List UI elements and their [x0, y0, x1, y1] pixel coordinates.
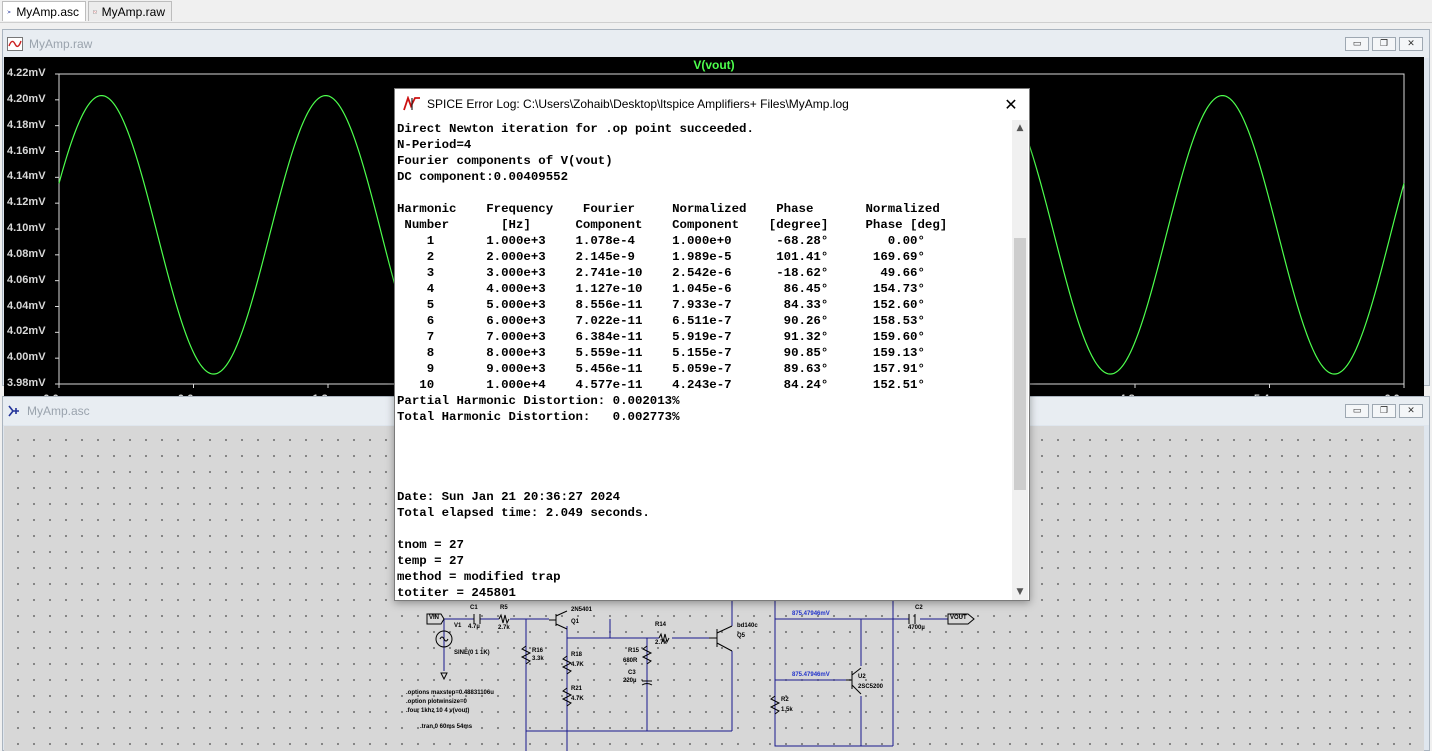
label-q1[interactable]: Q1 — [571, 619, 579, 625]
y-tick-label: 4.16mV — [7, 144, 46, 157]
schematic-icon — [7, 9, 11, 14]
label-c2-value[interactable]: 4700µ — [908, 625, 925, 631]
close-button[interactable]: ✕ — [1399, 404, 1423, 418]
y-tick-label: 4.22mV — [7, 67, 46, 79]
spice-error-log-dialog: SPICE Error Log: C:\Users\Zohaib\Desktop… — [394, 88, 1030, 601]
label-u2[interactable]: U2 — [858, 674, 866, 680]
label-q1-model[interactable]: 2N5401 — [571, 607, 592, 613]
label-r2-value[interactable]: 1.5k — [781, 707, 793, 713]
label-r14[interactable]: R14 — [655, 622, 666, 628]
label-vout[interactable]: VOUT — [950, 615, 967, 621]
vertical-scrollbar[interactable]: ▲ ▼ — [1012, 120, 1028, 600]
tab-label: MyAmp.raw — [101, 4, 165, 19]
spice-directive[interactable]: .tran 0 60ms 54ms — [420, 724, 472, 730]
label-c3[interactable]: C3 — [628, 670, 636, 676]
y-tick-label: 4.10mV — [7, 222, 46, 234]
label-r5[interactable]: R5 — [500, 605, 508, 611]
spice-directive[interactable]: .options maxstep=0.48831106u — [406, 690, 494, 696]
document-tab-bar: MyAmp.asc MyAmp.raw — [0, 0, 1432, 23]
waveform-icon — [7, 37, 23, 51]
y-tick-label: 4.02mV — [7, 325, 46, 338]
y-tick-label: 4.14mV — [7, 170, 46, 183]
window-title: MyAmp.asc — [27, 404, 90, 418]
spice-directive[interactable]: .four 1khz 10 4 v(vout) — [406, 708, 469, 714]
label-r16[interactable]: R16 — [532, 648, 543, 654]
label-q5[interactable]: Q5 — [737, 633, 745, 639]
label-c1[interactable]: C1 — [470, 605, 478, 611]
y-tick-label: 4.18mV — [7, 118, 46, 131]
minimize-button[interactable]: ▭ — [1345, 37, 1369, 51]
node-voltage-label: 875.47946mV — [792, 611, 830, 617]
label-r14-value[interactable]: 2.7k — [655, 640, 667, 646]
restore-button[interactable]: ❐ — [1372, 404, 1396, 418]
label-r21[interactable]: R21 — [571, 686, 582, 692]
scroll-up-button[interactable]: ▲ — [1012, 120, 1028, 136]
label-r15-value[interactable]: 680R — [623, 658, 637, 664]
label-v1-value[interactable]: SINE(0 1 1K) — [454, 650, 490, 656]
y-tick-label: 4.04mV — [7, 299, 46, 312]
restore-button[interactable]: ❐ — [1372, 37, 1396, 51]
label-v1[interactable]: V1 — [454, 623, 461, 629]
dialog-titlebar: SPICE Error Log: C:\Users\Zohaib\Desktop… — [395, 89, 1029, 119]
y-tick-label: 3.98mV — [7, 377, 46, 389]
label-r18-value[interactable]: 4.7K — [571, 662, 584, 668]
label-vin[interactable]: VIN — [429, 615, 439, 621]
label-r21-value[interactable]: 4.7K — [571, 696, 584, 702]
minimize-button[interactable]: ▭ — [1345, 404, 1369, 418]
node-voltage-label: 875.47946mV — [792, 672, 830, 678]
y-tick-label: 4.20mV — [7, 92, 46, 105]
label-c3-value[interactable]: 220µ — [623, 678, 636, 684]
dialog-title: SPICE Error Log: C:\Users\Zohaib\Desktop… — [427, 97, 849, 111]
tab-myamp-asc[interactable]: MyAmp.asc — [2, 1, 86, 21]
label-q5-model[interactable]: bd140c — [737, 623, 758, 629]
label-u2-model[interactable]: 2SC5200 — [858, 684, 883, 690]
scrollbar-thumb[interactable] — [1014, 238, 1026, 490]
log-text-area[interactable]: Direct Newton iteration for .op point su… — [397, 121, 1009, 599]
y-tick-label: 4.00mV — [7, 351, 46, 364]
label-r16-value[interactable]: 3.3k — [532, 656, 544, 662]
y-tick-label: 4.06mV — [7, 273, 46, 286]
y-tick-label: 4.08mV — [7, 247, 46, 260]
label-r5-value[interactable]: 2.7k — [498, 625, 510, 631]
ltspice-logo-icon — [403, 96, 420, 111]
label-c1-value[interactable]: 4.7µ — [468, 624, 480, 630]
label-r15[interactable]: R15 — [628, 648, 639, 654]
close-button[interactable]: ✕ — [1399, 37, 1423, 51]
schematic-icon — [8, 405, 19, 417]
window-title: MyAmp.raw — [29, 37, 93, 51]
waveform-icon — [93, 9, 97, 14]
close-button[interactable]: ✕ — [1001, 94, 1021, 114]
scroll-down-button[interactable]: ▼ — [1012, 584, 1028, 600]
waveform-window-titlebar: MyAmp.raw ▭ ❐ ✕ — [3, 30, 1429, 58]
label-r18[interactable]: R18 — [571, 652, 582, 658]
label-r2[interactable]: R2 — [781, 697, 789, 703]
tab-label: MyAmp.asc — [16, 4, 79, 19]
spice-directive[interactable]: .option plotwinsize=0 — [406, 699, 467, 705]
tab-myamp-raw[interactable]: MyAmp.raw — [88, 1, 172, 21]
y-tick-label: 4.12mV — [7, 196, 46, 209]
label-c2[interactable]: C2 — [915, 605, 923, 611]
